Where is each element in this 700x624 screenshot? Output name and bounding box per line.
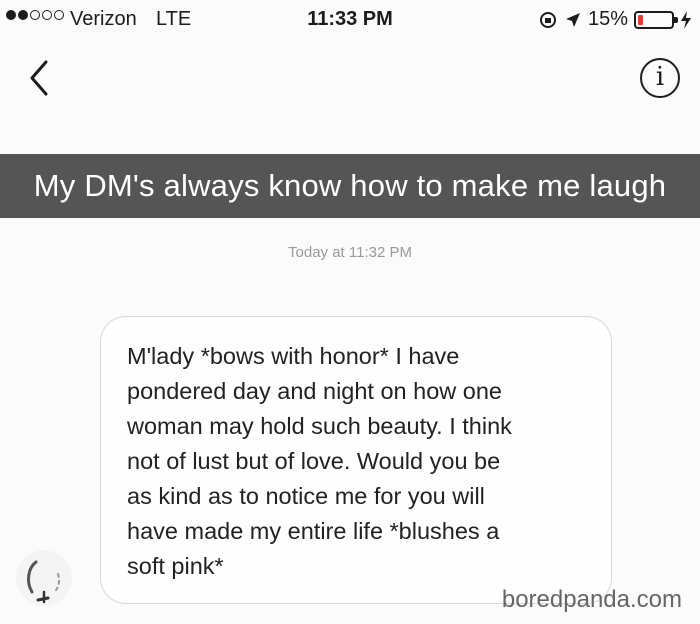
rotation-lock-icon xyxy=(539,11,556,28)
info-button[interactable]: i xyxy=(640,58,680,98)
charging-bolt-icon xyxy=(681,10,691,29)
chevron-left-icon xyxy=(30,60,48,96)
battery-nub xyxy=(674,16,678,23)
message-bubble[interactable]: M'lady *bows with honor* I have pondered… xyxy=(100,316,612,604)
battery-percent: 15% xyxy=(587,8,628,30)
info-icon: i xyxy=(655,62,665,92)
location-arrow-icon xyxy=(565,12,580,27)
battery-icon xyxy=(634,10,678,29)
caption-text: My DM's always know how to make me laugh xyxy=(33,168,667,203)
message-timestamp: Today at 11:32 PM xyxy=(288,244,412,261)
status-bar: Verizon LTE 11:33 PM 15% xyxy=(0,0,700,44)
message-text: M'lady *bows with honor* I have pondered… xyxy=(127,343,512,579)
battery-fill xyxy=(638,14,643,25)
avatar[interactable] xyxy=(14,548,74,608)
conversation-nav-bar: i xyxy=(0,44,700,114)
back-button[interactable] xyxy=(22,56,58,100)
caption-banner: My DM's always know how to make me laugh xyxy=(0,154,700,218)
status-right: 15% xyxy=(538,8,692,31)
watermark: boredpanda.com xyxy=(501,586,682,613)
